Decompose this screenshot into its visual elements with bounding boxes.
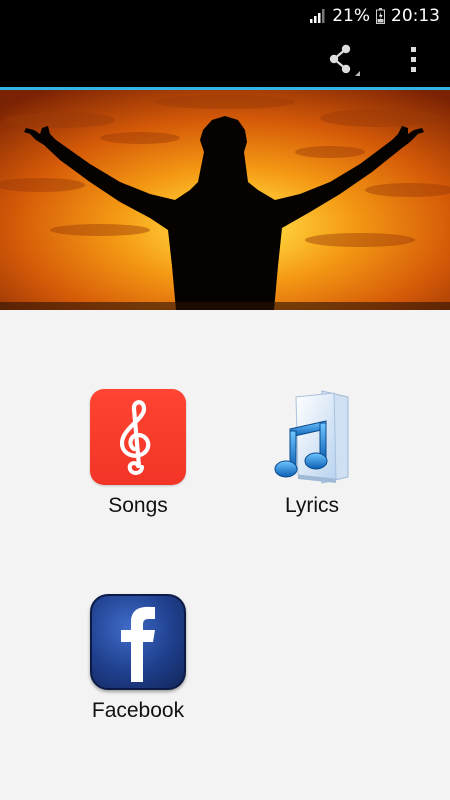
signal-icon <box>310 9 325 23</box>
overflow-menu-icon <box>411 46 416 72</box>
menu-item-facebook[interactable]: Facebook <box>68 594 208 723</box>
lyrics-label: Lyrics <box>284 494 340 517</box>
overflow-menu-button[interactable] <box>392 32 436 87</box>
status-indicators: 21% 20:13 <box>310 0 440 32</box>
silhouette-image <box>0 90 450 310</box>
clock: 20:13 <box>391 6 440 26</box>
battery-percent: 21% <box>332 6 370 26</box>
share-icon <box>329 44 360 76</box>
action-bar <box>0 32 450 87</box>
menu-item-lyrics[interactable]: Lyrics <box>242 389 382 518</box>
treble-clef-icon <box>90 389 186 485</box>
music-note-folder-icon <box>274 390 349 484</box>
battery-icon <box>376 8 385 24</box>
share-button[interactable] <box>318 32 370 87</box>
status-bar: 21% 20:13 <box>0 0 450 32</box>
facebook-label: Facebook <box>91 699 185 722</box>
banner-image <box>0 90 450 310</box>
songs-label: Songs <box>108 494 168 517</box>
facebook-icon <box>90 594 186 690</box>
menu-item-songs[interactable]: Songs <box>68 389 208 518</box>
